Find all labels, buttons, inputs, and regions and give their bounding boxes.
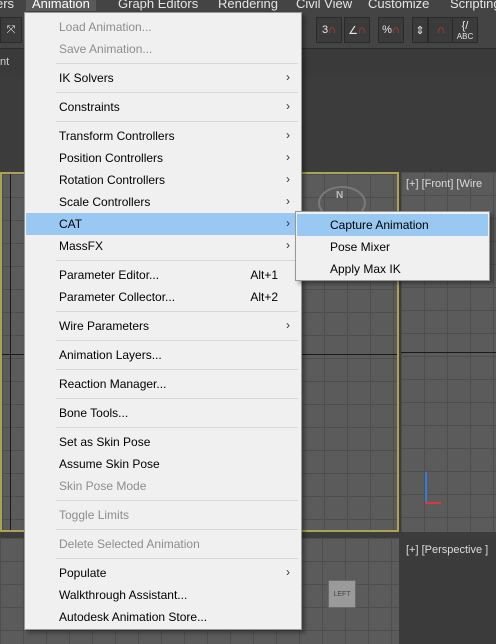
- menu-item-load-animation[interactable]: Load Animation...: [26, 16, 300, 38]
- viewcube[interactable]: LEFT: [328, 580, 356, 608]
- menu-item-massfx[interactable]: MassFX ›: [26, 235, 300, 257]
- chevron-right-icon: ›: [286, 172, 290, 186]
- menu-separator: [56, 63, 298, 64]
- menu-item-delete-selected-animation[interactable]: Delete Selected Animation: [26, 533, 300, 555]
- menu-item-ik-solvers[interactable]: IK Solvers ›: [26, 67, 300, 89]
- grid-axis-vertical: [10, 174, 11, 530]
- angle-snap-icon: ∠: [348, 24, 358, 37]
- menu-item-toggle-limits[interactable]: Toggle Limits: [26, 504, 300, 526]
- menu-item-position-controllers[interactable]: Position Controllers ›: [26, 147, 300, 169]
- menu-item-assume-skin-pose[interactable]: Assume Skin Pose: [26, 453, 300, 475]
- menu-separator: [56, 121, 298, 122]
- menu-item-parameter-collector[interactable]: Parameter Collector... Alt+2: [26, 286, 300, 308]
- chevron-right-icon: ›: [286, 318, 290, 332]
- percent-snap-icon: %: [382, 24, 392, 36]
- menu-item-bone-tools[interactable]: Bone Tools...: [26, 402, 300, 424]
- menu-item-animation-layers[interactable]: Animation Layers...: [26, 344, 300, 366]
- viewport-front-label[interactable]: [+] [Front] [Wire: [406, 178, 482, 190]
- z-axis-gizmo: [425, 472, 427, 504]
- menu-item-animation[interactable]: Animation: [26, 0, 96, 11]
- x-axis-gizmo: [425, 502, 441, 504]
- chevron-right-icon: ›: [286, 565, 290, 579]
- ribbon-text: nt: [0, 56, 10, 68]
- menu-item-autodesk-animation-store[interactable]: Autodesk Animation Store...: [26, 606, 300, 628]
- menu-separator: [56, 500, 298, 501]
- menu-separator: [56, 340, 298, 341]
- spinner-snap-button[interactable]: ⇕: [412, 17, 428, 43]
- menu-bar: ers Animation Graph Editors Rendering Ci…: [0, 0, 496, 12]
- menu-item-reaction-manager[interactable]: Reaction Manager...: [26, 373, 300, 395]
- menu-item-populate[interactable]: Populate ›: [26, 562, 300, 584]
- menu-item-rendering[interactable]: Rendering: [218, 0, 278, 11]
- menu-item-graph-editors[interactable]: Graph Editors: [118, 0, 198, 11]
- snap-3d-button[interactable]: 3 ∩: [316, 17, 342, 43]
- submenu-item-apply-max-ik[interactable]: Apply Max IK: [297, 258, 488, 280]
- chevron-right-icon: ›: [286, 216, 290, 230]
- submenu-item-capture-animation[interactable]: Capture Animation: [297, 214, 488, 236]
- menu-item-scale-controllers[interactable]: Scale Controllers ›: [26, 191, 300, 213]
- angle-snap-button[interactable]: ∠ ∩: [344, 17, 370, 43]
- chevron-right-icon: ›: [286, 150, 290, 164]
- menu-item-cat[interactable]: CAT ›: [26, 213, 300, 235]
- edit-named-selection-button[interactable]: {/ ABC: [452, 17, 478, 43]
- menu-separator: [56, 529, 298, 530]
- chevron-right-icon: ›: [286, 128, 290, 142]
- menu-item-rotation-controllers[interactable]: Rotation Controllers ›: [26, 169, 300, 191]
- menu-item-skin-pose-mode[interactable]: Skin Pose Mode: [26, 475, 300, 497]
- animation-menu: Load Animation... Save Animation... IK S…: [24, 12, 302, 630]
- select-move-icon[interactable]: ⤧: [0, 17, 22, 43]
- menu-separator: [56, 427, 298, 428]
- menu-item-set-as-skin-pose[interactable]: Set as Skin Pose: [26, 431, 300, 453]
- viewport-perspective[interactable]: [+] [Perspective ]: [401, 538, 496, 644]
- menu-item-helpers[interactable]: ers: [0, 0, 14, 11]
- menu-separator: [56, 369, 298, 370]
- compass-north-label: N: [336, 190, 344, 201]
- chevron-right-icon: ›: [286, 70, 290, 84]
- spinner-snap-magnet-button[interactable]: ∩: [428, 17, 454, 43]
- submenu-item-pose-mixer[interactable]: Pose Mixer: [297, 236, 488, 258]
- percent-snap-button[interactable]: % ∩: [378, 17, 404, 43]
- chevron-right-icon: ›: [286, 99, 290, 113]
- menu-item-save-animation[interactable]: Save Animation...: [26, 38, 300, 60]
- menu-item-customize[interactable]: Customize: [368, 0, 429, 11]
- edit-named-selection-icon: {/: [461, 19, 469, 32]
- abc-label: ABC: [456, 31, 474, 41]
- cat-submenu: Capture Animation Pose Mixer Apply Max I…: [295, 211, 490, 281]
- menu-item-civil-view[interactable]: Civil View: [296, 0, 352, 11]
- menu-separator: [56, 558, 298, 559]
- menu-item-constraints[interactable]: Constraints ›: [26, 96, 300, 118]
- chevron-right-icon: ›: [286, 194, 290, 208]
- menu-separator: [56, 260, 298, 261]
- menu-item-scripting[interactable]: Scripting: [450, 0, 496, 11]
- menu-item-wire-parameters[interactable]: Wire Parameters ›: [26, 315, 300, 337]
- menu-item-walkthrough-assistant[interactable]: Walkthrough Assistant...: [26, 584, 300, 606]
- grid-axis-horizontal: [401, 352, 496, 353]
- spinner-snap-icon: ⇕: [415, 24, 425, 37]
- menu-item-parameter-editor[interactable]: Parameter Editor... Alt+1: [26, 264, 300, 286]
- menu-separator: [56, 398, 298, 399]
- viewport-perspective-label[interactable]: [+] [Perspective ]: [406, 544, 488, 556]
- menu-separator: [56, 92, 298, 93]
- chevron-right-icon: ›: [286, 238, 290, 252]
- menu-separator: [56, 311, 298, 312]
- menu-item-transform-controllers[interactable]: Transform Controllers ›: [26, 125, 300, 147]
